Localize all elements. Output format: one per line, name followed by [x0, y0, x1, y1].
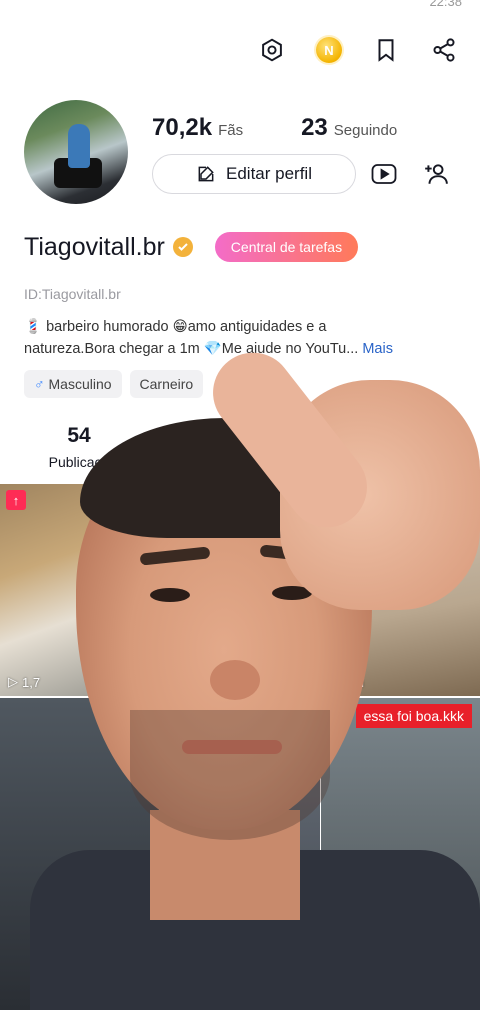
view-count-value: 3,4m: [335, 675, 364, 690]
edit-profile-label: Editar perfil: [226, 164, 312, 183]
bio-more-link[interactable]: Mais: [362, 341, 393, 357]
top-actions: N: [258, 36, 458, 64]
video-thumbnail[interactable]: [160, 484, 320, 696]
bookmark-icon[interactable]: [372, 36, 400, 64]
status-bar: 22:38: [0, 0, 480, 12]
bio-line-2: natureza.Bora chegar a 1m 💎Me ajude no Y…: [24, 341, 359, 357]
following-count: 23: [301, 114, 328, 141]
edit-profile-button[interactable]: Editar perfil: [152, 154, 356, 194]
fans-label: Fãs: [218, 122, 244, 139]
gender-label: Masculino: [48, 376, 112, 392]
view-count-value: 1,7: [22, 674, 41, 690]
view-count: ▷ 1,7: [8, 674, 41, 690]
edit-icon: [198, 166, 214, 182]
fans-stat[interactable]: 70,2k Fãs: [152, 114, 243, 142]
video-thumbnail[interactable]: 3,4m: [321, 484, 480, 696]
name-row: Tiagovitall.br Central de tarefas: [24, 232, 359, 262]
posts-label: Publicaçõ: [48, 454, 110, 470]
fans-count: 70,2k: [152, 114, 213, 141]
user-id: ID:Tiagovitall.br: [24, 286, 121, 302]
male-icon: ♂: [34, 376, 45, 392]
following-stat[interactable]: 23 Seguindo: [301, 114, 397, 142]
verified-badge-icon: [172, 237, 193, 257]
view-count: 3,4m: [335, 675, 364, 690]
zodiac-tag: Carneiro: [129, 370, 204, 398]
add-friend-icon[interactable]: [422, 160, 450, 188]
coin-label: N: [324, 42, 334, 58]
video-thumbnail[interactable]: [160, 698, 320, 1010]
posts-count: 54: [67, 424, 91, 447]
video-thumbnail[interactable]: [0, 698, 159, 1010]
avatar[interactable]: [24, 100, 128, 204]
status-time: 22:38: [429, 0, 462, 9]
pin-icon: ↑: [6, 490, 26, 510]
tab-posts[interactable]: 54 Publicaçõ: [24, 424, 134, 470]
coin-icon[interactable]: N: [316, 37, 342, 63]
username: Tiagovitall.br: [24, 232, 165, 261]
profile-stats: 70,2k Fãs 23 Seguindo: [152, 114, 397, 142]
settings-hexagon-icon[interactable]: [258, 36, 286, 64]
following-label: Seguindo: [333, 122, 398, 139]
bio[interactable]: 💈 barbeiro humorado 😁amo antiguidades e …: [24, 316, 460, 360]
profile-header: 70,2k Fãs 23 Seguindo Editar perfil: [24, 100, 456, 206]
bio-line-1: 💈 barbeiro humorado 😁amo antiguidades e …: [24, 319, 327, 335]
youtube-icon[interactable]: [370, 160, 398, 188]
profile-tags: ♂ Masculino Carneiro: [24, 370, 204, 398]
gender-tag: ♂ Masculino: [24, 370, 122, 398]
share-icon[interactable]: [430, 36, 458, 64]
video-caption: essa foi boa.kkk: [355, 704, 472, 728]
video-grid: ↑ ▷ 1,7 3,4m essa foi boa.kkk: [0, 484, 480, 1010]
task-center-button[interactable]: Central de tarefas: [214, 232, 359, 262]
zodiac-label: Carneiro: [139, 376, 194, 392]
video-thumbnail[interactable]: ↑ ▷ 1,7: [0, 484, 159, 696]
video-thumbnail[interactable]: essa foi boa.kkk: [321, 698, 480, 1010]
